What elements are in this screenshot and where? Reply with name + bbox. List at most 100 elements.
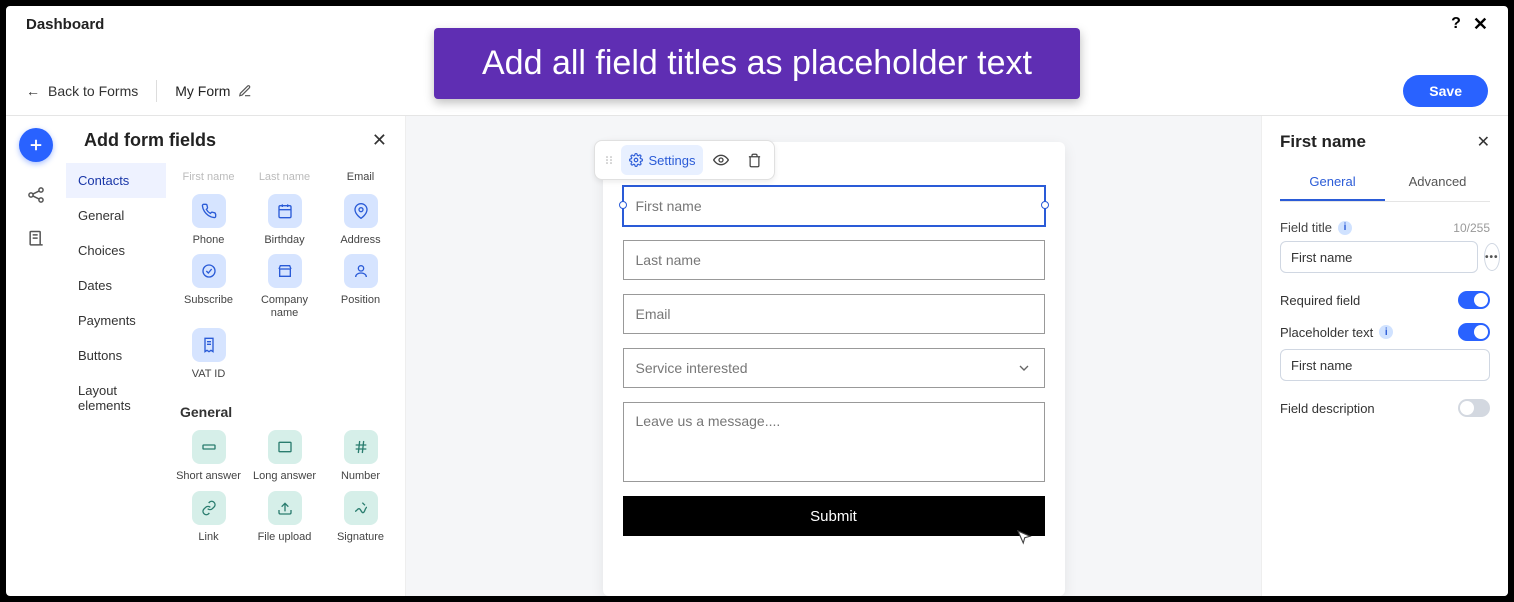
field-scroll[interactable]: First name Last name Email Phone Birthda… [166,161,405,596]
form-message-textarea[interactable]: Leave us a message.... [623,402,1045,482]
divider [156,80,157,102]
more-button[interactable]: ••• [1484,243,1500,271]
form-name-label: My Form [175,83,230,99]
signature-icon [344,491,378,525]
chevron-down-icon [1016,360,1032,376]
settings-label: Settings [649,153,696,168]
form-first-name-input[interactable]: First name [623,186,1045,226]
submit-button[interactable]: Submit [623,496,1045,536]
add-button[interactable] [19,128,53,162]
category-dates[interactable]: Dates [66,268,166,303]
form-name[interactable]: My Form [175,83,252,99]
submit-label: Submit [810,508,857,525]
form-preview: First name Last name Email Service inter… [603,142,1065,596]
required-field-label: Required field [1280,293,1360,308]
tab-advanced[interactable]: Advanced [1385,166,1490,201]
field-company-name[interactable]: Company name [249,254,321,319]
form-email-input[interactable]: Email [623,294,1045,334]
field-file-upload[interactable]: File upload [249,491,321,544]
help-icon[interactable]: ? [1451,15,1461,33]
panel-title: Add form fields [84,130,372,151]
category-layout-elements[interactable]: Layout elements [66,373,166,423]
hash-icon [344,430,378,464]
required-field-toggle[interactable] [1458,291,1490,309]
category-payments[interactable]: Payments [66,303,166,338]
form-canvas[interactable]: Settings First name Last name Email Serv… [406,116,1261,596]
preview-button[interactable] [705,145,737,175]
category-general[interactable]: General [66,198,166,233]
short-answer-icon [192,430,226,464]
close-icon[interactable]: ✕ [1473,14,1488,35]
field-address[interactable]: Address [325,194,397,247]
placeholder-text-label: Placeholder text [1280,325,1373,340]
save-button[interactable]: Save [1403,75,1488,107]
group-general-heading: General [166,390,403,430]
form-last-name-input[interactable]: Last name [623,240,1045,280]
cursor-icon [1015,528,1033,546]
info-icon[interactable]: i [1338,221,1352,235]
field-last-name[interactable]: Last name [249,165,321,184]
drag-handle-icon[interactable] [599,145,619,175]
settings-title: First name [1280,132,1366,152]
link-icon [192,491,226,525]
person-icon [344,254,378,288]
field-position[interactable]: Position [325,254,397,319]
field-link[interactable]: Link [173,491,245,544]
resize-handle-left[interactable] [619,201,627,209]
pencil-icon [238,84,252,98]
info-icon[interactable]: i [1379,325,1393,339]
settings-tabs: General Advanced [1280,166,1490,202]
field-toolbar: Settings [594,140,776,180]
category-list: Contacts General Choices Dates Payments … [66,161,166,596]
location-icon [344,194,378,228]
back-to-forms-link[interactable]: ← Back to Forms [26,83,138,99]
gear-icon [629,153,643,167]
field-first-name[interactable]: First name [173,165,245,184]
page-title: Dashboard [26,16,104,33]
category-buttons[interactable]: Buttons [66,338,166,373]
char-count: 10/255 [1453,221,1490,235]
form-service-select[interactable]: Service interested [623,348,1045,388]
field-number[interactable]: Number [325,430,397,483]
resize-handle-right[interactable] [1041,201,1049,209]
delete-button[interactable] [739,145,770,175]
arrow-left-icon: ← [26,83,40,99]
field-phone[interactable]: Phone [173,194,245,247]
field-description-toggle[interactable] [1458,399,1490,417]
field-short-answer[interactable]: Short answer [173,430,245,483]
store-icon [268,254,302,288]
panel-close-icon[interactable]: ✕ [372,130,387,151]
field-title-label: Field title i 10/255 [1280,220,1490,235]
tab-general[interactable]: General [1280,166,1385,201]
form-icon[interactable] [25,228,47,250]
phone-icon [192,194,226,228]
receipt-icon [192,328,226,362]
tutorial-banner: Add all field titles as placeholder text [434,28,1080,99]
back-label: Back to Forms [48,83,138,99]
field-subscribe[interactable]: Subscribe [173,254,245,319]
left-rail [6,116,66,596]
settings-close-icon[interactable]: ✕ [1477,132,1490,152]
plus-icon [27,136,45,154]
placeholder-text-input[interactable] [1280,349,1490,381]
field-signature[interactable]: Signature [325,491,397,544]
check-circle-icon [192,254,226,288]
add-fields-panel: Add form fields ✕ Contacts General Choic… [66,116,406,596]
field-email[interactable]: Email [325,165,397,184]
upload-icon [268,491,302,525]
field-title-input[interactable] [1280,241,1478,273]
field-birthday[interactable]: Birthday [249,194,321,247]
field-description-label: Field description [1280,401,1375,416]
select-label: Service interested [636,360,748,376]
category-choices[interactable]: Choices [66,233,166,268]
trash-icon [747,153,762,168]
field-long-answer[interactable]: Long answer [249,430,321,483]
eye-icon [713,152,729,168]
share-icon[interactable] [25,184,47,206]
category-contacts[interactable]: Contacts [66,163,166,198]
placeholder-text-toggle[interactable] [1458,323,1490,341]
calendar-icon [268,194,302,228]
long-answer-icon [268,430,302,464]
settings-button[interactable]: Settings [621,145,704,175]
field-vat-id[interactable]: VAT ID [173,328,245,381]
